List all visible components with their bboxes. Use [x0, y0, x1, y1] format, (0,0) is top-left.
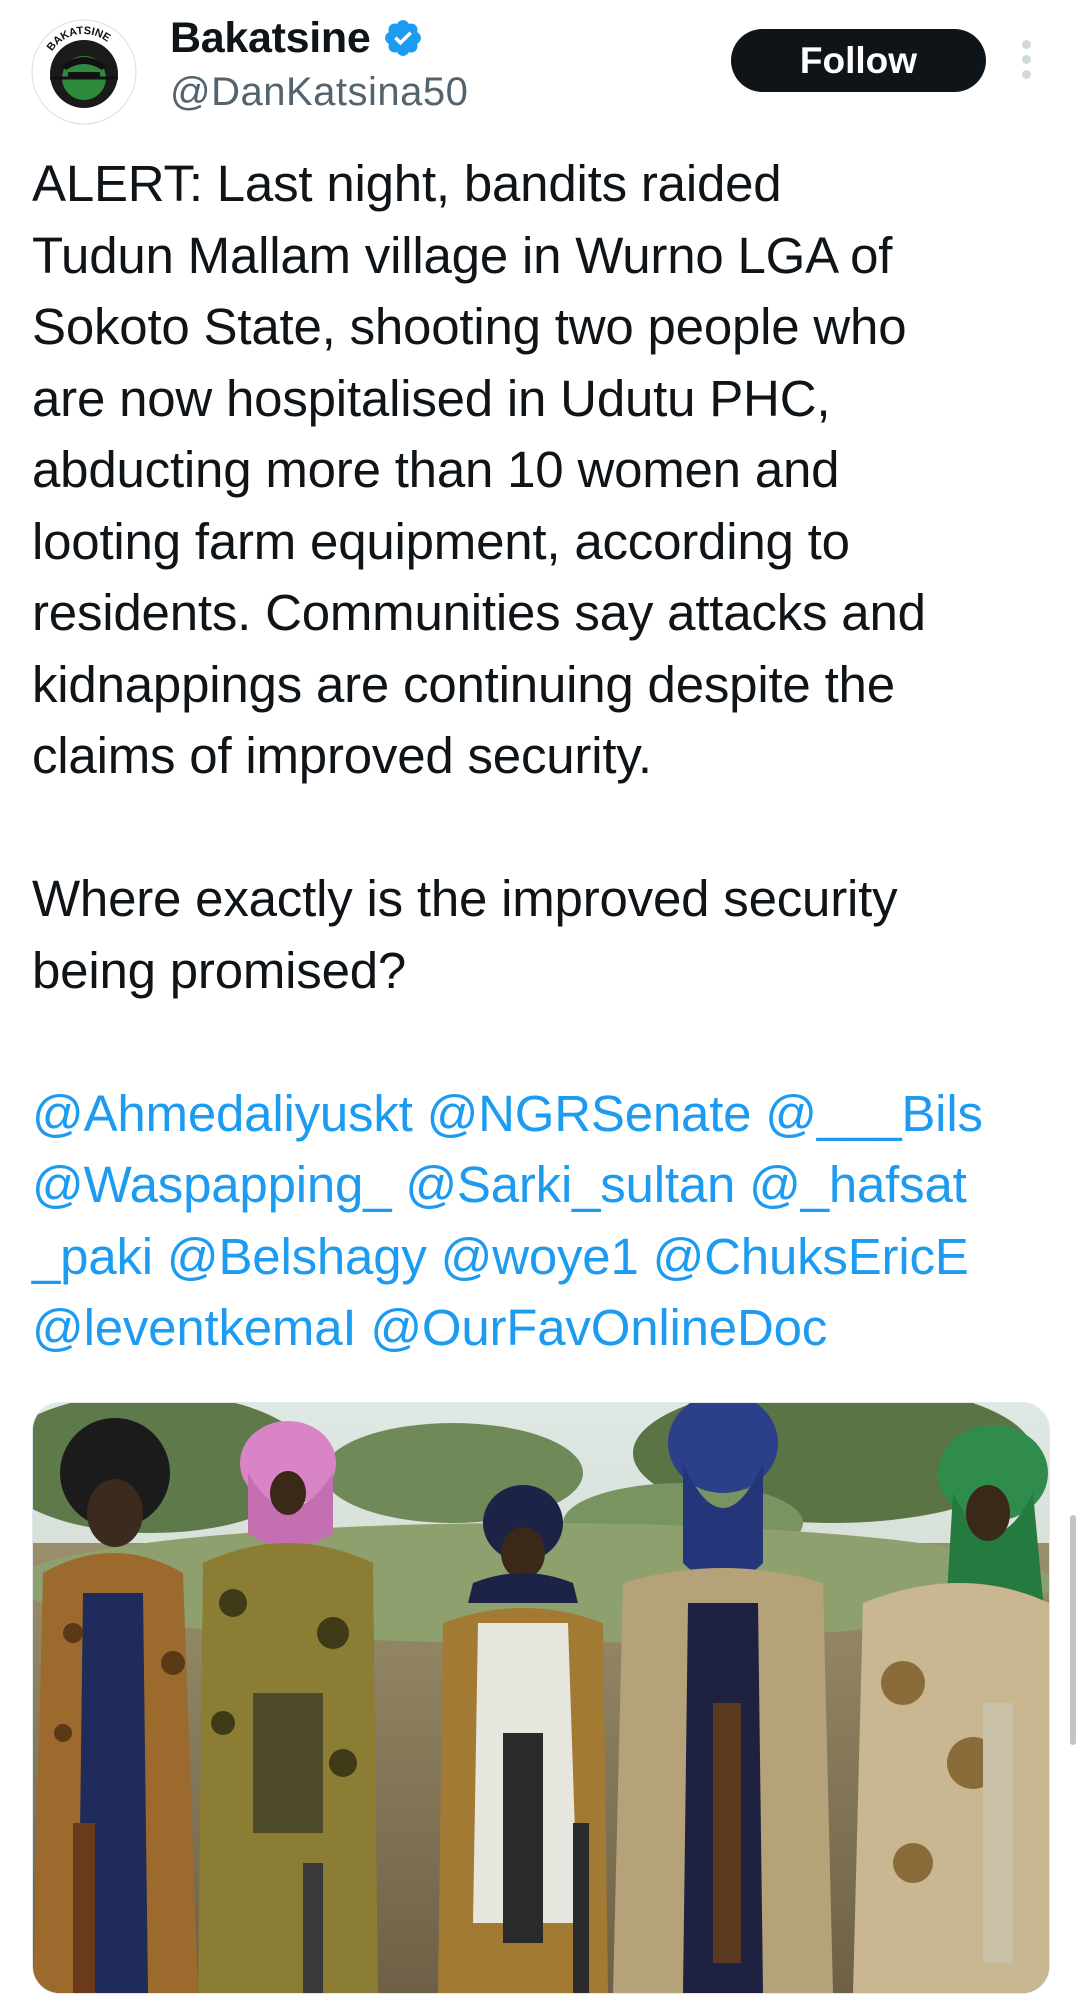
- tweet-photo[interactable]: [32, 1402, 1050, 1994]
- more-vertical-icon[interactable]: [1018, 40, 1034, 80]
- tweet-line: abducting more than 10 women and: [32, 441, 840, 498]
- mentions-line[interactable]: @Ahmedaliyuskt @NGRSenate @___Bils: [32, 1078, 1052, 1150]
- tweet-line-text: : Last night, bandits raided: [188, 155, 782, 212]
- tweet-line: Sokoto State, shooting two people who: [32, 298, 907, 355]
- display-name[interactable]: Bakatsine: [170, 14, 371, 63]
- tweet-header: BAKATSINE Bakatsine @DanKatsina50 Follow: [0, 0, 1080, 140]
- mentions-line[interactable]: _paki @Belshagy @woye1 @ChuksEricE: [32, 1221, 1052, 1293]
- photo-of-armed-men-image: [33, 1403, 1049, 1993]
- scrollbar[interactable]: [1070, 1515, 1076, 1745]
- tweet-line: Tudun Mallam village in Wurno LGA of: [32, 226, 893, 284]
- avatar[interactable]: BAKATSINE: [30, 18, 138, 126]
- question-line: being promised?: [32, 941, 407, 999]
- tweet-line: claims of improved security.: [32, 727, 652, 784]
- mentions-line[interactable]: @Waspapping_ @Sarki_sultan @_hafsat: [32, 1149, 1052, 1221]
- tweet-line: looting farm equipment, according to: [32, 512, 850, 570]
- mentions-line[interactable]: @leventkemaI @OurFavOnlineDoc: [32, 1292, 1052, 1364]
- follow-button[interactable]: Follow: [731, 29, 986, 92]
- question-line: Where exactly is the improved security: [32, 870, 898, 927]
- avatar-logo-icon: BAKATSINE: [31, 19, 137, 125]
- alert-word: ALERT: [32, 155, 189, 212]
- author-names: Bakatsine @DanKatsina50: [170, 12, 468, 115]
- tweet-line: are now hospitalised in Udutu PHC,: [32, 369, 831, 427]
- author-handle[interactable]: @DanKatsina50: [170, 70, 468, 115]
- tweet-line: residents. Communities say attacks and: [32, 584, 926, 641]
- tweet-line: ALERT: Last night, bandits raided: [32, 148, 1052, 220]
- tweet-line: kidnappings are continuing despite the: [32, 655, 895, 713]
- tweet-text: ALERT: Last night, bandits raided Tudun …: [32, 148, 1052, 1364]
- verified-badge-icon: [382, 17, 424, 59]
